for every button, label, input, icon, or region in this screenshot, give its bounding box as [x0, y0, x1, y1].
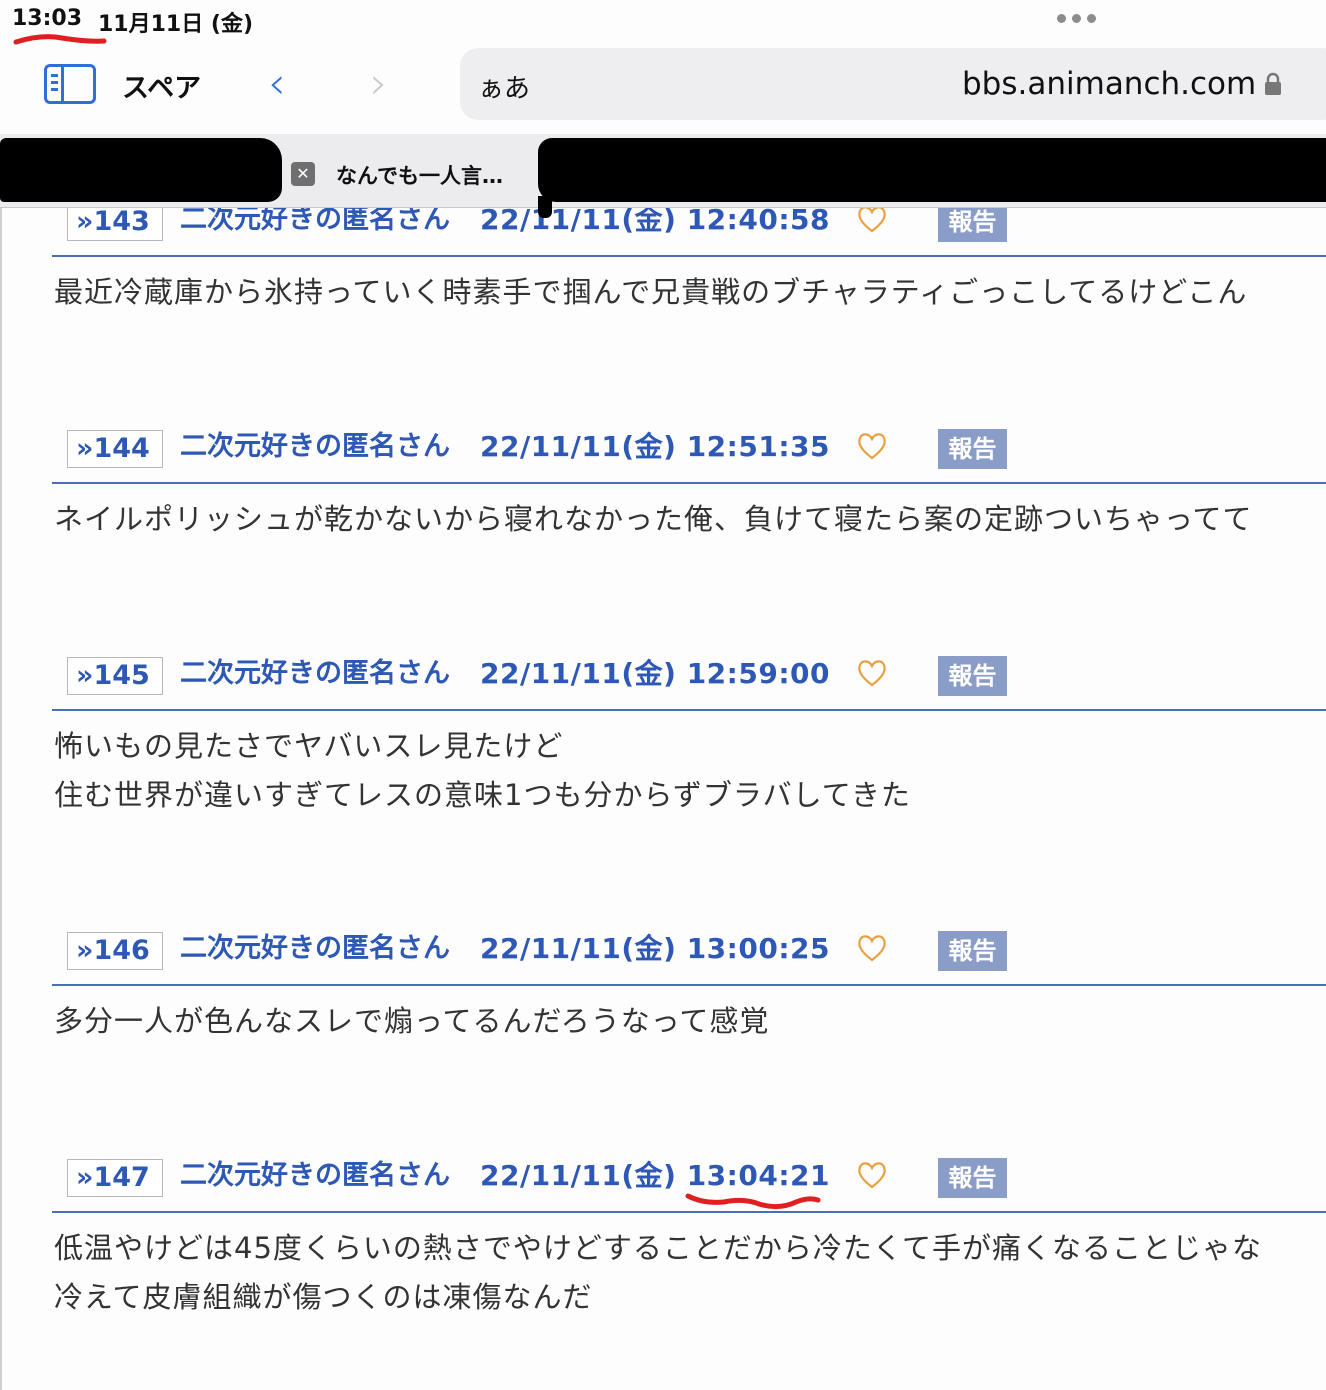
browser-window: { "status_bar": { "time": "13:03", "date…	[0, 0, 1326, 1390]
post-number-link[interactable]: »146	[67, 932, 163, 970]
post-number-link[interactable]: »144	[67, 430, 163, 468]
red-underline-mark	[13, 34, 107, 45]
report-button[interactable]: 報告	[938, 931, 1007, 971]
post-line: 多分一人が色んなスレで煽ってるんだろうなって感覚	[54, 1004, 770, 1038]
multitasking-dots-icon[interactable]	[1057, 14, 1096, 23]
post-date: 22/11/11(金) 12:59:00	[480, 657, 830, 690]
reader-options-button[interactable]: ぁあ	[478, 68, 530, 105]
poster-name: 二次元好きの匿名さん	[180, 431, 450, 462]
post-body: ネイルポリッシュが乾かないから寝れなかった俺、負けて寝たら案の定跡ついちゃってて	[54, 495, 1326, 544]
divider	[52, 482, 1326, 484]
redaction-block	[538, 196, 552, 218]
heart-icon[interactable]	[856, 933, 888, 963]
heart-icon[interactable]	[856, 431, 888, 461]
heart-icon[interactable]	[856, 1160, 888, 1190]
post-body: 怖いもの見たさでヤバいスレ見たけど 住む世界が違いすぎてレスの意味1つも分からず…	[54, 722, 1326, 820]
post-line: 怖いもの見たさでヤバいスレ見たけど	[54, 729, 564, 763]
poster-name: 二次元好きの匿名さん	[180, 1160, 450, 1191]
poster-name: 二次元好きの匿名さん	[180, 208, 450, 235]
back-chevron-icon[interactable]: ‹	[268, 62, 286, 106]
status-date: 11月11日 (金)	[98, 12, 253, 37]
red-underline-mark	[685, 1193, 821, 1210]
post-header: »144 二次元好きの匿名さん 22/11/11(金) 12:51:35 報告	[2, 429, 1326, 489]
divider	[52, 984, 1326, 986]
post-header: »143 二次元好きの匿名さん 22/11/11(金) 12:40:58 報告	[2, 208, 1326, 262]
divider	[52, 255, 1326, 257]
post-line: 住む世界が違いすぎてレスの意味1つも分からずブラバしてきた	[54, 778, 911, 812]
redaction-block	[538, 138, 1326, 202]
report-button[interactable]: 報告	[938, 429, 1007, 469]
post-header: »145 二次元好きの匿名さん 22/11/11(金) 12:59:00 報告	[2, 656, 1326, 716]
tab-close-icon[interactable]: ✕	[291, 162, 315, 186]
heart-icon[interactable]	[856, 658, 888, 688]
poster-name: 二次元好きの匿名さん	[180, 658, 450, 689]
report-button[interactable]: 報告	[938, 208, 1007, 242]
post-line: ネイルポリッシュが乾かないから寝れなかった俺、負けて寝たら案の定跡ついちゃってて	[54, 502, 1253, 536]
status-time: 13:03	[12, 6, 83, 31]
divider	[52, 709, 1326, 711]
report-button[interactable]: 報告	[938, 656, 1007, 696]
url-text[interactable]: bbs.animanch.com	[962, 66, 1256, 102]
forward-chevron-icon[interactable]: ›	[370, 62, 388, 106]
post-date: 22/11/11(金) 12:51:35	[480, 430, 830, 463]
post-number-link[interactable]: »147	[67, 1159, 163, 1197]
post-date: 22/11/11(金) 13:00:25	[480, 932, 830, 965]
post-line: 最近冷蔵庫から氷持っていく時素手で掴んで兄貴戦のブチャラティごっこしてるけどこん	[54, 275, 1248, 309]
post-body: 最近冷蔵庫から氷持っていく時素手で掴んで兄貴戦のブチャラティごっこしてるけどこん	[54, 268, 1326, 317]
post-body: 多分一人が色んなスレで煽ってるんだろうなって感覚	[54, 997, 1326, 1046]
report-button[interactable]: 報告	[938, 1158, 1007, 1198]
tab-title[interactable]: なんでも一人言…	[336, 160, 503, 190]
sidebar-toggle-icon[interactable]	[44, 64, 96, 104]
poster-name: 二次元好きの匿名さん	[180, 933, 450, 964]
tab-group-label[interactable]: スペア	[122, 66, 201, 105]
post-body: 低温やけどは45度くらいの熱さでやけどすることだから冷たくて手が痛くなることじゃ…	[54, 1224, 1326, 1322]
redaction-block	[0, 138, 282, 202]
post-number-link[interactable]: »145	[67, 657, 163, 695]
post-header: »147 二次元好きの匿名さん 22/11/11(金) 13:04:21 報告	[2, 1158, 1326, 1218]
post-line: 低温やけどは45度くらいの熱さでやけどすることだから冷たくて手が痛くなることじゃ…	[54, 1231, 1263, 1265]
lock-icon	[1265, 72, 1281, 95]
address-bar[interactable]: ぁあ bbs.animanch.com	[460, 48, 1326, 120]
post-number-link[interactable]: »143	[67, 208, 163, 241]
post-date: 22/11/11(金) 12:40:58	[480, 208, 830, 236]
heart-icon[interactable]	[856, 208, 888, 234]
post-line: 冷えて皮膚組織が傷つくのは凍傷なんだ	[54, 1280, 593, 1314]
thread-content: »143 二次元好きの匿名さん 22/11/11(金) 12:40:58 報告 …	[0, 208, 1326, 1390]
post-header: »146 二次元好きの匿名さん 22/11/11(金) 13:00:25 報告	[2, 931, 1326, 991]
